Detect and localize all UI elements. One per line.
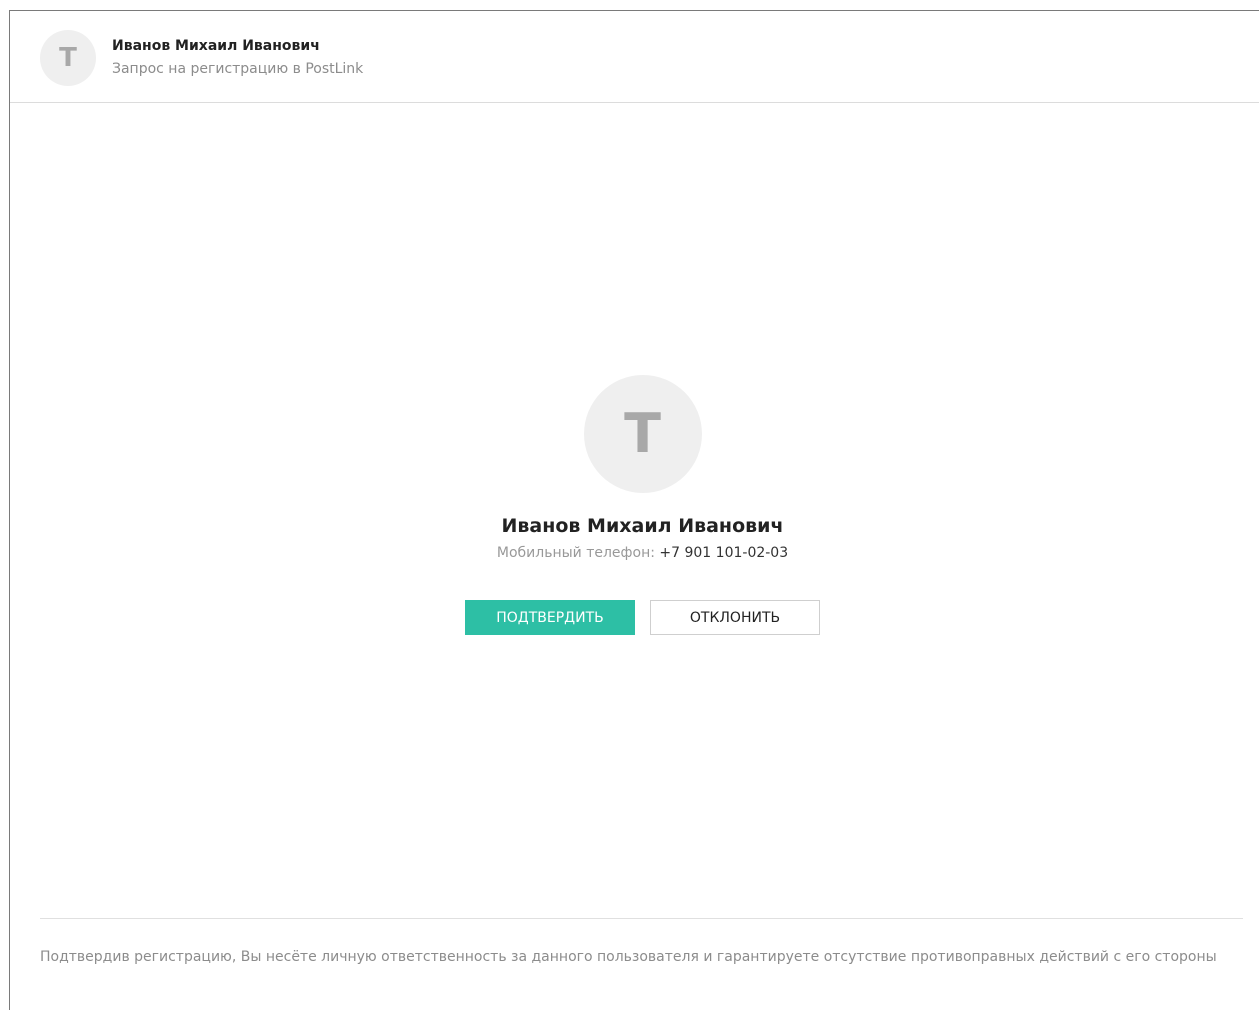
profile-name: Иванов Михаил Иванович: [501, 515, 784, 537]
footer-divider: [40, 918, 1243, 919]
disclaimer-text: Подтвердив регистрацию, Вы несёте личную…: [40, 949, 1217, 965]
profile-avatar: Т: [583, 375, 702, 493]
decline-button[interactable]: ОТКЛОНИТЬ: [650, 600, 820, 635]
header-user-name: Иванов Михаил Иванович: [112, 38, 320, 54]
action-buttons: ПОДТВЕРДИТЬ ОТКЛОНИТЬ: [10, 600, 1259, 635]
confirm-button[interactable]: ПОДТВЕРДИТЬ: [465, 600, 635, 635]
phone-label: Мобильный телефон:: [496, 545, 655, 561]
header-subtitle: Запрос на регистрацию в PostLink: [112, 61, 364, 77]
registration-request-panel: Т Иванов Михаил Иванович Запрос на регис…: [9, 10, 1259, 1010]
profile-card: Т Иванов Михаил Иванович Мобильный телеф…: [10, 375, 1259, 635]
phone-row: Мобильный телефон: +7 901 101-02-03: [10, 545, 1259, 561]
phone-value: +7 901 101-02-03: [659, 545, 789, 561]
request-header: Т Иванов Михаил Иванович Запрос на регис…: [10, 11, 1259, 103]
avatar: Т: [40, 30, 96, 86]
